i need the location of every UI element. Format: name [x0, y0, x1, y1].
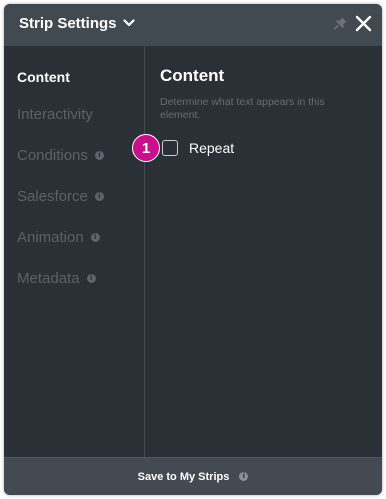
- save-to-my-strips-button[interactable]: Save to My Strips i: [4, 457, 382, 495]
- chevron-down-icon: [122, 14, 135, 32]
- step-badge: 1: [132, 134, 160, 162]
- info-icon[interactable]: i: [86, 274, 96, 283]
- sidebar-item-label: Content: [17, 69, 70, 85]
- save-label: Save to My Strips: [137, 470, 230, 483]
- info-icon[interactable]: i: [239, 472, 249, 481]
- panel-title: Strip Settings: [19, 15, 117, 32]
- close-icon[interactable]: [355, 15, 372, 37]
- info-icon[interactable]: i: [90, 233, 100, 242]
- sidebar-item-animation[interactable]: Animation i: [17, 229, 100, 246]
- section-title: Content: [160, 66, 225, 85]
- section-description: Determine what text appears in this elem…: [160, 96, 325, 121]
- repeat-checkbox[interactable]: [162, 140, 178, 156]
- sidebar-item-label: Interactivity: [17, 106, 93, 123]
- sidebar-item-conditions[interactable]: Conditions i: [17, 147, 104, 164]
- repeat-label[interactable]: Repeat: [189, 140, 234, 156]
- pin-icon[interactable]: [333, 16, 348, 36]
- sidebar-item-label: Conditions: [17, 147, 88, 164]
- strip-settings-dropdown[interactable]: Strip Settings: [19, 15, 135, 32]
- sidebar-item-label: Animation: [17, 229, 84, 246]
- info-icon[interactable]: i: [94, 151, 104, 160]
- sidebar-item-metadata[interactable]: Metadata i: [17, 270, 96, 287]
- settings-sidebar: Content Interactivity Conditions i Sales…: [4, 46, 145, 457]
- strip-settings-panel: Strip Settings Content Interactivity Con…: [4, 4, 382, 495]
- sidebar-item-content[interactable]: Content: [17, 69, 70, 85]
- info-icon[interactable]: i: [94, 192, 104, 201]
- sidebar-item-salesforce[interactable]: Salesforce i: [17, 188, 104, 205]
- sidebar-item-interactivity[interactable]: Interactivity: [17, 106, 93, 123]
- sidebar-item-label: Metadata: [17, 270, 80, 287]
- content-panel: Content Determine what text appears in t…: [145, 46, 382, 457]
- panel-header: Strip Settings: [4, 4, 382, 46]
- sidebar-item-label: Salesforce: [17, 188, 88, 205]
